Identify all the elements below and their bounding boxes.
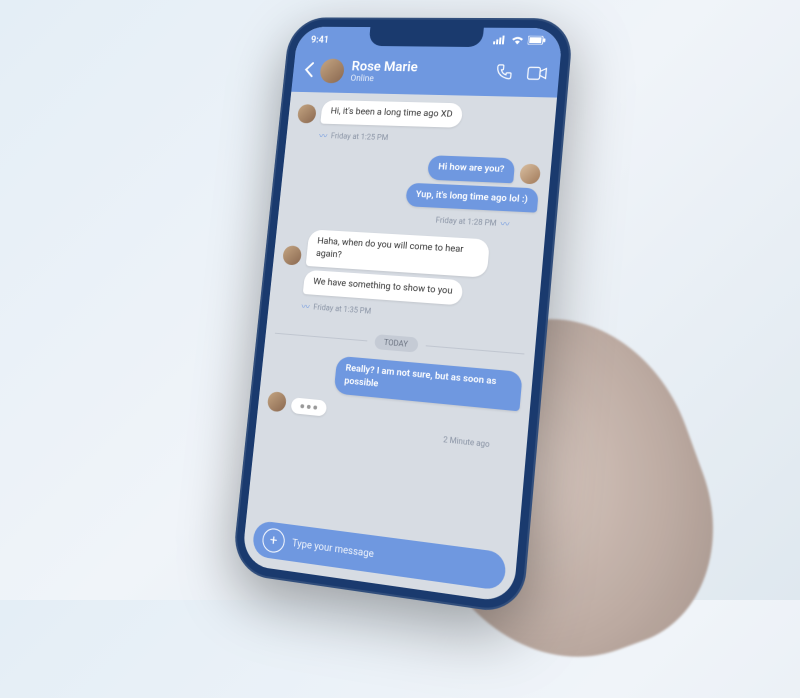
messages-list[interactable]: Hi, it's been a long time ago XD 〰 Frida… [246,92,557,554]
chat-header: Rose Marie Online [291,53,560,98]
message-row: Hi, it's been a long time ago XD [297,99,546,130]
message-bubble-outgoing[interactable]: Yup, it's long time ago lol :) [405,182,539,213]
wifi-icon [510,36,524,48]
message-bubble-incoming[interactable]: Hi, it's been a long time ago XD [320,100,463,128]
signal-icon [493,36,508,48]
avatar [282,245,302,265]
message-bubble-outgoing[interactable]: Hi how are you? [427,155,515,183]
typing-indicator [291,397,328,416]
read-indicator-icon: 〰 [301,300,311,313]
read-indicator-icon: 〰 [318,129,327,142]
voice-call-button[interactable] [494,63,514,85]
message-timestamp: 〰 Friday at 1:25 PM [295,128,543,149]
avatar [297,104,317,123]
notch [368,27,483,47]
phone-screen: 9:41 Rose Marie Online [241,27,563,604]
contact-avatar[interactable] [319,59,345,84]
avatar [267,391,287,412]
add-attachment-button[interactable]: + [261,527,286,554]
message-bubble-incoming[interactable]: Haha, when do you will come to hear agai… [306,230,490,278]
avatar [519,163,541,184]
read-indicator-icon: 〰 [500,217,510,231]
date-divider-label: TODAY [374,334,419,353]
phone-frame: 9:41 Rose Marie Online [231,17,574,615]
contact-status: Online [350,74,487,86]
video-call-button[interactable] [526,65,548,84]
battery-icon [527,36,546,48]
back-button[interactable] [303,61,314,80]
message-bubble-incoming[interactable]: We have something to show to you [303,270,464,305]
status-time: 9:41 [310,35,329,45]
